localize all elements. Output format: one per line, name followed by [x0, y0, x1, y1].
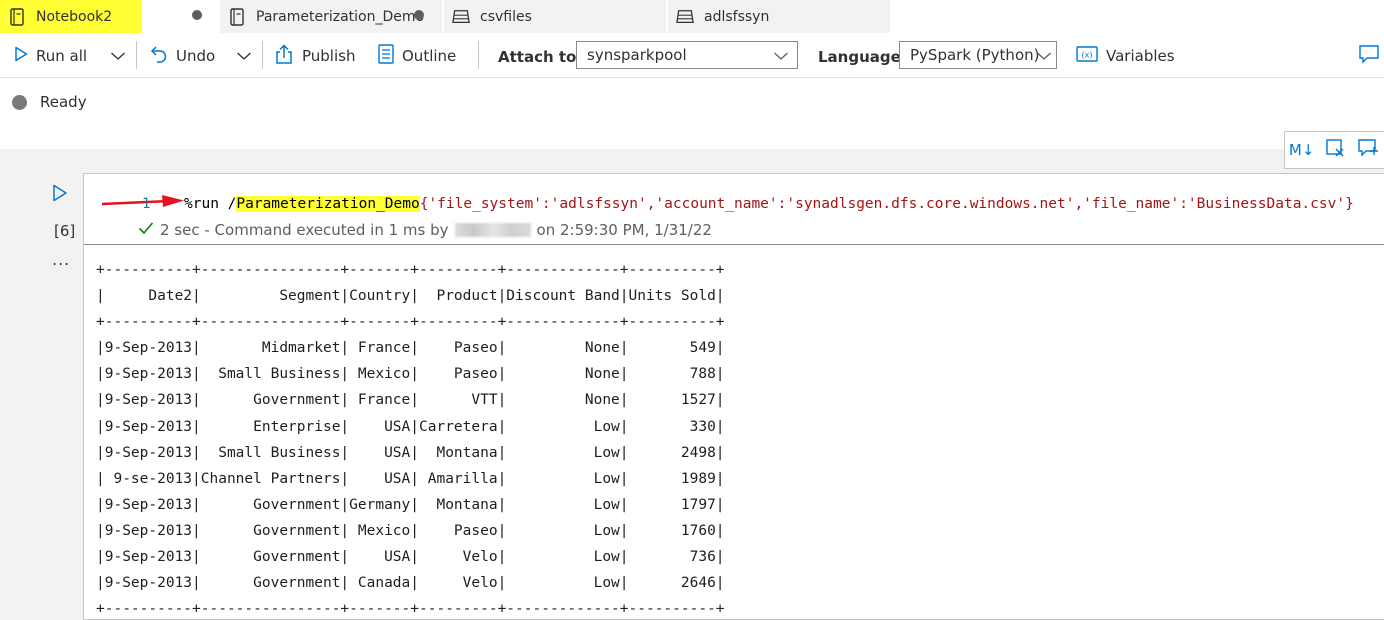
cell-toolbar: M↓ — [1284, 131, 1384, 169]
session-status: Ready — [0, 79, 1384, 125]
comment-add-icon — [1357, 138, 1379, 162]
code-parameters: {'file_system':'adlsfssyn','account_name… — [419, 196, 1354, 212]
chevron-down-icon — [1036, 48, 1052, 66]
output-table-text: +----------+----------------+-------+---… — [96, 262, 725, 618]
comment-icon — [1358, 44, 1380, 68]
attach-to-select[interactable]: synsparkpool — [576, 41, 798, 69]
language-label: Language — [818, 48, 901, 66]
code-command: %run / — [184, 196, 237, 212]
dataset-icon — [452, 8, 470, 26]
undo-dropdown[interactable] — [236, 41, 252, 71]
code-cell[interactable]: 1 %run /Parameterization_Demo{'file_syst… — [83, 173, 1384, 620]
execution-info: 2 sec - Command executed in 1 ms by on 2… — [138, 221, 712, 239]
upload-icon — [274, 44, 294, 68]
run-all-dropdown[interactable] — [110, 41, 126, 71]
status-text: Ready — [40, 93, 87, 111]
attach-to-value: synsparkpool — [587, 46, 687, 64]
tab-csvfiles[interactable]: csvfiles — [444, 0, 666, 33]
redacted-user — [454, 223, 531, 237]
outline-button[interactable]: Outline — [378, 41, 456, 71]
tab-adlsfssyn[interactable]: adlsfssyn — [668, 0, 890, 33]
cell-output: +----------+----------------+-------+---… — [84, 244, 1384, 620]
checkmark-icon — [138, 221, 154, 239]
outline-icon — [378, 44, 394, 68]
convert-to-markdown-button[interactable]: M↓ — [1285, 132, 1318, 168]
tab-notebook2[interactable]: Notebook2 — [0, 0, 220, 33]
publish-button[interactable]: Publish — [274, 41, 355, 71]
language-value: PySpark (Python) — [910, 46, 1040, 64]
play-icon — [52, 184, 68, 206]
execution-count: [6] — [54, 222, 76, 240]
notebook-icon — [228, 7, 246, 26]
execution-duration: 2 sec - Command executed in 1 ms by — [160, 221, 449, 239]
code-line[interactable]: 1 %run /Parameterization_Demo{'file_syst… — [84, 190, 1384, 218]
chevron-down-icon — [773, 48, 789, 66]
chevron-down-icon — [110, 47, 126, 65]
tab-label: Notebook2 — [36, 8, 113, 25]
undo-icon — [150, 45, 168, 67]
code-highlighted-path: Parameterization_Demo — [236, 196, 420, 212]
run-all-button[interactable]: Run all — [14, 41, 87, 71]
add-comment-button[interactable] — [1352, 132, 1384, 168]
attach-to-label: Attach to — [498, 48, 577, 66]
clear-output-icon — [1325, 138, 1345, 162]
play-icon — [14, 46, 28, 66]
tab-bar: Notebook2 Parameterization_Demo csvfiles… — [0, 0, 1384, 33]
svg-text:(x): (x) — [1082, 51, 1093, 60]
notebook-toolbar: Run all Undo Publish Outline Attach to s… — [0, 33, 1384, 78]
notebook-icon — [8, 7, 26, 26]
tab-label: Parameterization_Demo — [256, 8, 425, 25]
status-indicator-icon — [12, 94, 27, 110]
divider — [478, 41, 479, 69]
unsaved-dot-icon — [414, 10, 424, 20]
variables-icon: (x) — [1076, 46, 1098, 66]
clear-output-button[interactable] — [1318, 132, 1351, 168]
tab-label: adlsfssyn — [704, 8, 770, 25]
dataset-icon — [676, 8, 694, 26]
code-text: %run /Parameterization_Demo{'file_system… — [184, 196, 1354, 212]
divider — [136, 41, 137, 69]
variables-button[interactable]: (x) Variables — [1076, 41, 1175, 71]
run-cell-button[interactable] — [52, 184, 68, 206]
language-select[interactable]: PySpark (Python) — [899, 41, 1057, 69]
comments-button[interactable] — [1358, 41, 1380, 71]
execution-timestamp: on 2:59:30 PM, 1/31/22 — [536, 221, 712, 239]
undo-button[interactable]: Undo — [150, 41, 215, 71]
line-number: 1 — [142, 196, 151, 212]
more-options-button[interactable]: ... — [52, 250, 70, 269]
divider — [262, 41, 263, 69]
unsaved-dot-icon — [192, 10, 202, 20]
tab-label: csvfiles — [480, 8, 532, 25]
chevron-down-icon — [236, 47, 252, 65]
tab-parameterization-demo[interactable]: Parameterization_Demo — [220, 0, 442, 33]
